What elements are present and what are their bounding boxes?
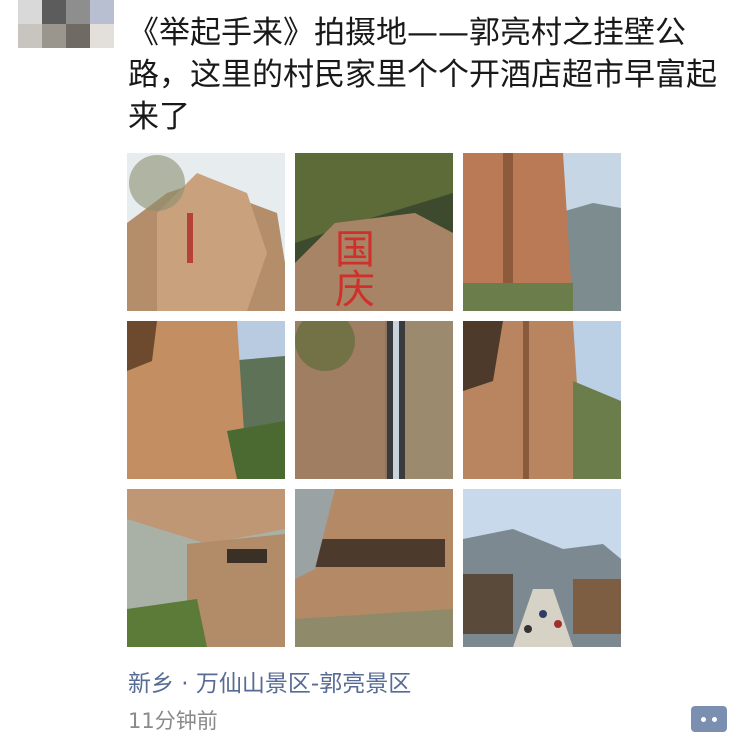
photo-thumbnail-2[interactable]: 国 庆	[295, 153, 453, 311]
photo-thumbnail-8[interactable]	[295, 489, 453, 647]
avatar[interactable]	[18, 0, 114, 48]
photo-thumbnail-1[interactable]	[127, 153, 285, 311]
post-text: 《举起手来》拍摄地——郭亮村之挂壁公路，这里的村民家里个个开酒店超市早富起来了	[128, 15, 717, 135]
photo-thumbnail-9[interactable]	[463, 489, 621, 647]
photo-thumbnail-3[interactable]	[463, 153, 621, 311]
photo-thumbnail-4[interactable]	[127, 321, 285, 479]
location-link[interactable]: 新乡 · 万仙山景区-郭亮景区	[128, 664, 411, 698]
photo-thumbnail-6[interactable]	[463, 321, 621, 479]
dot-icon	[712, 716, 717, 722]
photo-grid: 国 庆	[127, 153, 622, 647]
post-time: 11分钟前	[128, 709, 218, 733]
photo-thumbnail-5[interactable]	[295, 321, 453, 479]
comment-like-button[interactable]	[691, 706, 727, 732]
svg-text:庆: 庆	[335, 267, 375, 311]
dot-icon	[701, 716, 706, 722]
photo-thumbnail-7[interactable]	[127, 489, 285, 647]
